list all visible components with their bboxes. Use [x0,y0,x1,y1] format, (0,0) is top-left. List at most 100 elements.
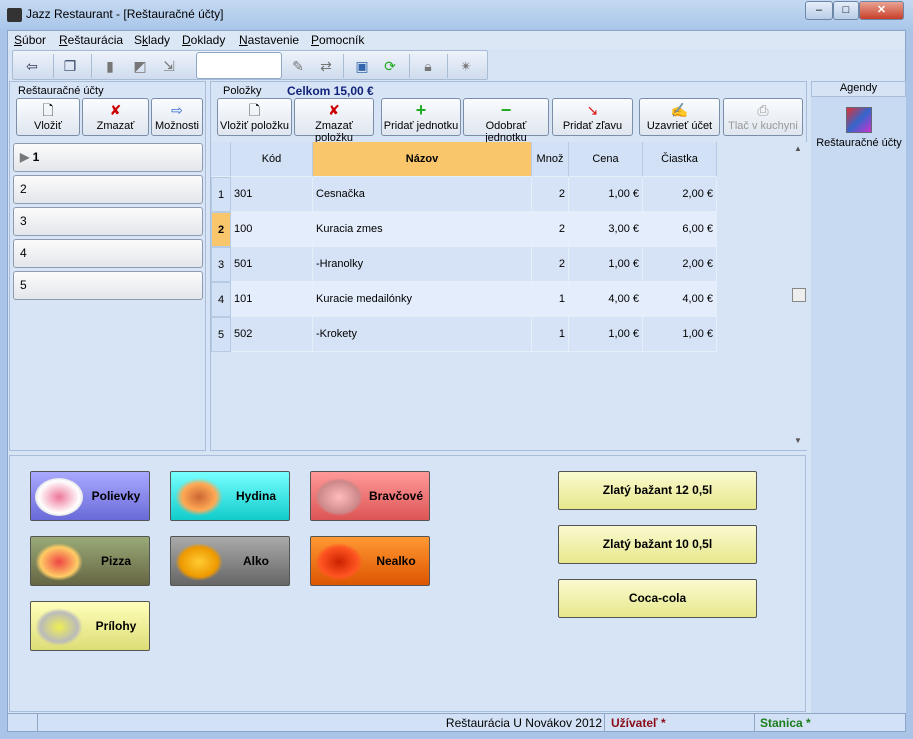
minimize-button[interactable]: – [805,1,833,20]
cell-mnoz[interactable]: 1 [532,317,569,352]
column-header-mnoz[interactable]: Množ [532,142,569,177]
delete-account-button[interactable]: ✘ Zmazať [82,98,149,136]
menu-subor[interactable]: Súbor [14,33,46,47]
toolbar: ⇦ ❐ ▮ ◩ ⇲ ✎ ⇄ ▣ ⟳ 🔒︎ ✴ [12,50,488,80]
edit-document-icon[interactable]: ◩ [129,55,151,77]
toolbar-search-input[interactable] [196,52,282,79]
add-discount-button[interactable]: ↘ Pridať zľavu [552,98,633,136]
row-number[interactable]: 2 [211,212,231,247]
category-hydina[interactable]: Hydina [170,471,290,521]
menu-doklady[interactable]: Doklady [182,33,225,47]
cell-cena[interactable]: 1,00 € [569,177,643,212]
agenda-item-restaurant-accounts[interactable]: Reštauračné účty [813,137,905,149]
menu-nastavenie[interactable]: Nastavenie [239,33,299,47]
cell-mnoz[interactable]: 2 [532,247,569,282]
scrollbar-thumb[interactable] [792,288,806,302]
cell-ciastka[interactable]: 4,00 € [643,282,717,317]
row-number[interactable]: 5 [211,317,231,352]
accounts-panel: Reštauračné účty 🗋 Vložiť ✘ Zmazať ⇨ Možnos… [9,81,206,451]
cash-icon[interactable]: ▣ [351,55,373,77]
cell-nazov[interactable]: -Hranolky [313,247,532,282]
options-button[interactable]: ⇨ Možnosti [151,98,203,136]
menu-restauracia[interactable]: Reštaurácia [59,33,123,47]
category-prilohy[interactable]: Prílohy [30,601,150,651]
cell-cena[interactable]: 3,00 € [569,212,643,247]
menu-sklady[interactable]: Sklady [134,33,170,47]
transfer-icon[interactable]: ⇄ [315,55,337,77]
cell-kod[interactable]: 502 [231,317,313,352]
cell-kod[interactable]: 501 [231,247,313,282]
new-document-icon: 🗋 [42,102,54,118]
cell-ciastka[interactable]: 6,00 € [643,212,717,247]
cell-ciastka[interactable]: 2,00 € [643,177,717,212]
drink-button[interactable]: Zlatý bažant 12 0,5l [558,471,757,510]
category-pizza[interactable]: Pizza [30,536,150,586]
vertical-scrollbar[interactable]: ▲ ▼ [791,142,807,450]
cell-kod[interactable]: 101 [231,282,313,317]
category-label: Polievky [91,489,141,503]
account-item[interactable]: 5 [13,271,203,300]
scroll-down-icon[interactable]: ▼ [794,436,802,445]
cell-nazov[interactable]: Cesnačka [313,177,532,212]
drink-button[interactable]: Coca-cola [558,579,757,618]
cell-cena[interactable]: 4,00 € [569,282,643,317]
cell-nazov[interactable]: Kuracie medailónky [313,282,532,317]
close-account-button[interactable]: ✍ Uzavrieť účet [639,98,720,136]
items-total: Celkom 15,00 € [287,84,374,98]
cell-mnoz[interactable]: 2 [532,177,569,212]
add-unit-button[interactable]: + Pridať jednotku [381,98,461,136]
lock-icon[interactable]: 🔒︎ [417,55,439,77]
column-header-kod[interactable]: Kód [231,142,313,177]
column-header-ciastka[interactable]: Čiastka [643,142,717,177]
column-header-nazov[interactable]: Názov [313,142,532,177]
column-header-cena[interactable]: Cena [569,142,643,177]
row-number[interactable]: 4 [211,282,231,317]
agendy-panel: Agendy Reštauračné účty [811,81,906,713]
exit-icon[interactable]: ⇦ [21,55,43,77]
cell-mnoz[interactable]: 2 [532,212,569,247]
cell-ciastka[interactable]: 1,00 € [643,317,717,352]
scroll-up-icon[interactable]: ▲ [794,144,802,153]
insert-item-button[interactable]: 🗋 Vložiť položku [217,98,292,136]
export-icon[interactable]: ⇲ [158,55,180,77]
restaurant-accounts-icon[interactable] [846,107,872,133]
tools-icon[interactable]: ✴ [455,55,477,77]
cell-nazov[interactable]: -Krokety [313,317,532,352]
cell-nazov[interactable]: Kuracia zmes [313,212,532,247]
cell-cena[interactable]: 1,00 € [569,317,643,352]
notes-icon[interactable]: ✎ [287,55,309,77]
cell-kod[interactable]: 100 [231,212,313,247]
category-polievky[interactable]: Polievky [30,471,150,521]
menu-pomocnik[interactable]: Pomocník [311,33,364,47]
new-document-icon[interactable]: ▮ [99,55,121,77]
cell-kod[interactable]: 301 [231,177,313,212]
grid-corner [211,142,231,177]
maximize-button[interactable]: □ [833,1,859,20]
delete-item-button[interactable]: ✘ Zmazať položku [294,98,374,144]
menu-mnemonic: R [59,33,68,47]
kitchen-print-button[interactable]: ⎙ Tlač v kuchyni [723,98,803,136]
remove-unit-button[interactable]: − Odobrať jednotku [463,98,549,144]
account-item[interactable]: ▶ 1 [13,143,203,172]
close-button[interactable]: ✕ [859,1,904,20]
current-row-arrow-icon: ▶ [20,150,33,164]
cell-mnoz[interactable]: 1 [532,282,569,317]
refresh-icon[interactable]: ⟳ [379,55,401,77]
copy-icon[interactable]: ❐ [59,55,81,77]
drink-glass-icon [315,543,363,581]
row-number[interactable]: 3 [211,247,231,282]
category-alko[interactable]: Alko [170,536,290,586]
drink-button[interactable]: Zlatý bažant 10 0,5l [558,525,757,564]
cell-ciastka[interactable]: 2,00 € [643,247,717,282]
cell-cena[interactable]: 1,00 € [569,247,643,282]
insert-account-button[interactable]: 🗋 Vložiť [16,98,80,136]
account-item[interactable]: 2 [13,175,203,204]
menu-mnemonic: D [182,33,191,47]
account-item[interactable]: 4 [13,239,203,268]
category-nealko[interactable]: Nealko [310,536,430,586]
menu-label: astavenie [247,33,300,47]
delete-document-icon: ✘ [328,102,340,118]
row-number[interactable]: 1 [211,177,231,212]
account-item[interactable]: 3 [13,207,203,236]
category-bravcove[interactable]: Bravčové [310,471,430,521]
